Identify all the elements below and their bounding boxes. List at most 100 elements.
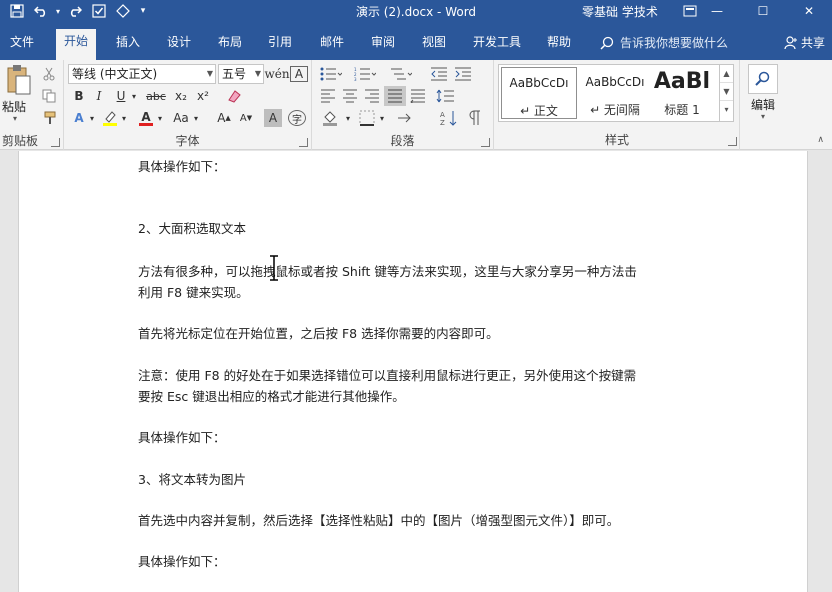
tab-developer[interactable]: 开发工具 bbox=[465, 30, 529, 60]
styles-launcher-icon[interactable] bbox=[728, 137, 737, 146]
clear-formatting-icon[interactable] bbox=[224, 86, 244, 106]
align-center-icon[interactable] bbox=[340, 86, 360, 106]
tab-insert[interactable]: 插入 bbox=[108, 30, 148, 60]
sort-icon[interactable]: AZ bbox=[438, 108, 460, 128]
bullets-icon[interactable] bbox=[318, 64, 344, 84]
align-left-icon[interactable] bbox=[318, 86, 338, 106]
char-shading-button[interactable]: A bbox=[264, 109, 282, 127]
undo-dropdown-icon[interactable]: ▾ bbox=[54, 2, 62, 20]
tab-references[interactable]: 引用 bbox=[260, 30, 300, 60]
tab-mailings[interactable]: 邮件 bbox=[312, 30, 352, 60]
font-size-value: 五号 bbox=[222, 67, 247, 81]
paragraph[interactable]: 方法有很多种，可以拖拽鼠标或者按 Shift 键等方法来实现，这里与大家分享另一… bbox=[138, 261, 698, 282]
shrink-font-label: A bbox=[239, 112, 247, 124]
format-painter-qat-icon[interactable] bbox=[112, 2, 134, 20]
font-launcher-icon[interactable] bbox=[299, 138, 308, 147]
style-normal[interactable]: AaBbCcDı ↵ 正文 bbox=[501, 67, 577, 119]
paragraph[interactable]: 利用 F8 键来实现。 bbox=[138, 282, 698, 303]
strikethrough-button[interactable]: abc bbox=[144, 86, 168, 106]
checkbox-icon[interactable] bbox=[88, 2, 110, 20]
bold-button[interactable]: B bbox=[70, 86, 88, 106]
format-painter-icon[interactable] bbox=[38, 108, 60, 128]
underline-dropdown-icon[interactable]: ▾ bbox=[130, 86, 138, 106]
undo-icon[interactable] bbox=[30, 2, 52, 20]
tab-view[interactable]: 视图 bbox=[414, 30, 454, 60]
align-right-icon[interactable] bbox=[362, 86, 382, 106]
tab-file[interactable]: 文件 bbox=[2, 30, 42, 60]
text-effects-icon[interactable]: A bbox=[70, 108, 88, 128]
share-button[interactable]: 共享 bbox=[784, 34, 825, 51]
style-heading-1[interactable]: AaBl 标题 1 bbox=[645, 67, 719, 119]
shrink-font-icon[interactable]: A ▼ bbox=[236, 108, 256, 128]
tab-design[interactable]: 设计 bbox=[159, 30, 199, 60]
justify-icon[interactable] bbox=[384, 86, 406, 106]
font-name-combo[interactable]: 等线 (中文正文) ▼ bbox=[68, 64, 216, 84]
maximize-button[interactable]: ☐ bbox=[740, 0, 786, 22]
italic-button[interactable]: I bbox=[90, 86, 108, 106]
change-case-button[interactable]: Aa bbox=[170, 108, 192, 128]
document-page[interactable]: 具体操作如下： 2、大面积选取文本 方法有很多种，可以拖拽鼠标或者按 Shift… bbox=[18, 151, 808, 592]
subscript-button[interactable]: x₂ bbox=[172, 86, 190, 106]
paragraph[interactable]: 具体操作如下： bbox=[138, 551, 698, 572]
highlight-dropdown-icon[interactable]: ▾ bbox=[120, 108, 128, 128]
ribbon: 粘贴 ▾ 剪贴板 等线 (中文正文) ▼ 五号 ▼ wén A B I U ▾ … bbox=[0, 60, 832, 150]
save-icon[interactable] bbox=[6, 2, 28, 20]
text-effects-dropdown-icon[interactable]: ▾ bbox=[88, 108, 96, 128]
clipboard-launcher-icon[interactable] bbox=[51, 138, 60, 147]
decrease-indent-icon[interactable] bbox=[428, 64, 450, 84]
multilevel-list-icon[interactable] bbox=[388, 64, 414, 84]
tell-me-box[interactable]: 告诉我你想要做什么 bbox=[600, 34, 728, 51]
copy-icon[interactable] bbox=[38, 86, 60, 106]
paragraph[interactable]: 首先选中内容并复制，然后选择【选择性粘贴】中的【图片（增强型图元文件）】即可。 bbox=[138, 510, 698, 531]
tab-layout[interactable]: 布局 bbox=[210, 30, 250, 60]
heading-2[interactable]: 2、大面积选取文本 bbox=[138, 218, 698, 239]
paragraph-launcher-icon[interactable] bbox=[481, 138, 490, 147]
font-color-dropdown-icon[interactable]: ▾ bbox=[156, 108, 164, 128]
scroll-up-icon[interactable]: ▲ bbox=[720, 65, 733, 83]
paste-dropdown-icon: ▾ bbox=[13, 114, 18, 123]
underline-button[interactable]: U bbox=[112, 86, 130, 106]
borders-icon[interactable] bbox=[356, 108, 378, 128]
char-border-icon[interactable]: A bbox=[290, 66, 308, 82]
shading-dropdown-icon[interactable]: ▾ bbox=[344, 108, 352, 128]
show-marks-icon[interactable] bbox=[464, 108, 486, 128]
redo-icon[interactable] bbox=[64, 2, 86, 20]
collapse-ribbon-icon[interactable]: ∧ bbox=[817, 135, 824, 145]
heading-3[interactable]: 3、将文本转为图片 bbox=[138, 469, 698, 490]
style-no-spacing[interactable]: AaBbCcDı ↵ 无间隔 bbox=[577, 67, 653, 119]
enclose-chars-button[interactable]: 字 bbox=[288, 110, 306, 126]
highlight-icon[interactable] bbox=[100, 108, 120, 128]
shading-icon[interactable] bbox=[320, 108, 344, 128]
more-styles-icon[interactable]: ▾ bbox=[720, 101, 733, 119]
change-case-dropdown-icon[interactable]: ▾ bbox=[192, 108, 200, 128]
distributed-icon[interactable] bbox=[408, 86, 428, 106]
line-spacing-icon[interactable] bbox=[434, 86, 460, 106]
phonetic-guide-icon[interactable]: wén bbox=[264, 64, 289, 84]
asian-layout-icon[interactable] bbox=[394, 108, 420, 128]
cut-icon[interactable] bbox=[38, 64, 60, 84]
paragraph[interactable]: 具体操作如下： bbox=[138, 427, 698, 448]
superscript-button[interactable]: x² bbox=[194, 86, 212, 106]
tab-help[interactable]: 帮助 bbox=[539, 30, 579, 60]
paragraph[interactable]: 具体操作如下： bbox=[138, 156, 698, 177]
increase-indent-icon[interactable] bbox=[452, 64, 474, 84]
font-color-icon[interactable]: A bbox=[136, 108, 156, 128]
minimize-button[interactable]: — bbox=[694, 0, 740, 22]
numbering-icon[interactable]: 123 bbox=[352, 64, 378, 84]
tab-review[interactable]: 审阅 bbox=[363, 30, 403, 60]
close-button[interactable]: ✕ bbox=[786, 0, 832, 22]
paragraph[interactable]: 要按 Esc 键退出相应的格式才能进行其他操作。 bbox=[138, 386, 698, 407]
customize-qat-icon[interactable]: ▾ bbox=[136, 2, 150, 20]
editing-button[interactable]: 编辑 ▾ bbox=[744, 60, 784, 126]
paste-label: 粘贴 bbox=[2, 100, 27, 114]
font-size-combo[interactable]: 五号 ▼ bbox=[218, 64, 264, 84]
paragraph[interactable]: 首先将光标定位在开始位置，之后按 F8 选择你需要的内容即可。 bbox=[138, 323, 698, 344]
editing-label: 编辑 bbox=[751, 98, 776, 112]
borders-dropdown-icon[interactable]: ▾ bbox=[378, 108, 386, 128]
paragraph[interactable]: 注意：使用 F8 的好处在于如果选择错位可以直接利用鼠标进行更正，另外使用这个按… bbox=[138, 365, 698, 386]
user-name[interactable]: 零基础 学技术 bbox=[582, 3, 658, 20]
scroll-down-icon[interactable]: ▼ bbox=[720, 83, 733, 101]
grow-font-icon[interactable]: A ▲ bbox=[214, 108, 234, 128]
paste-button[interactable]: 粘贴 ▾ bbox=[0, 60, 36, 126]
tab-home[interactable]: 开始 bbox=[56, 29, 97, 60]
